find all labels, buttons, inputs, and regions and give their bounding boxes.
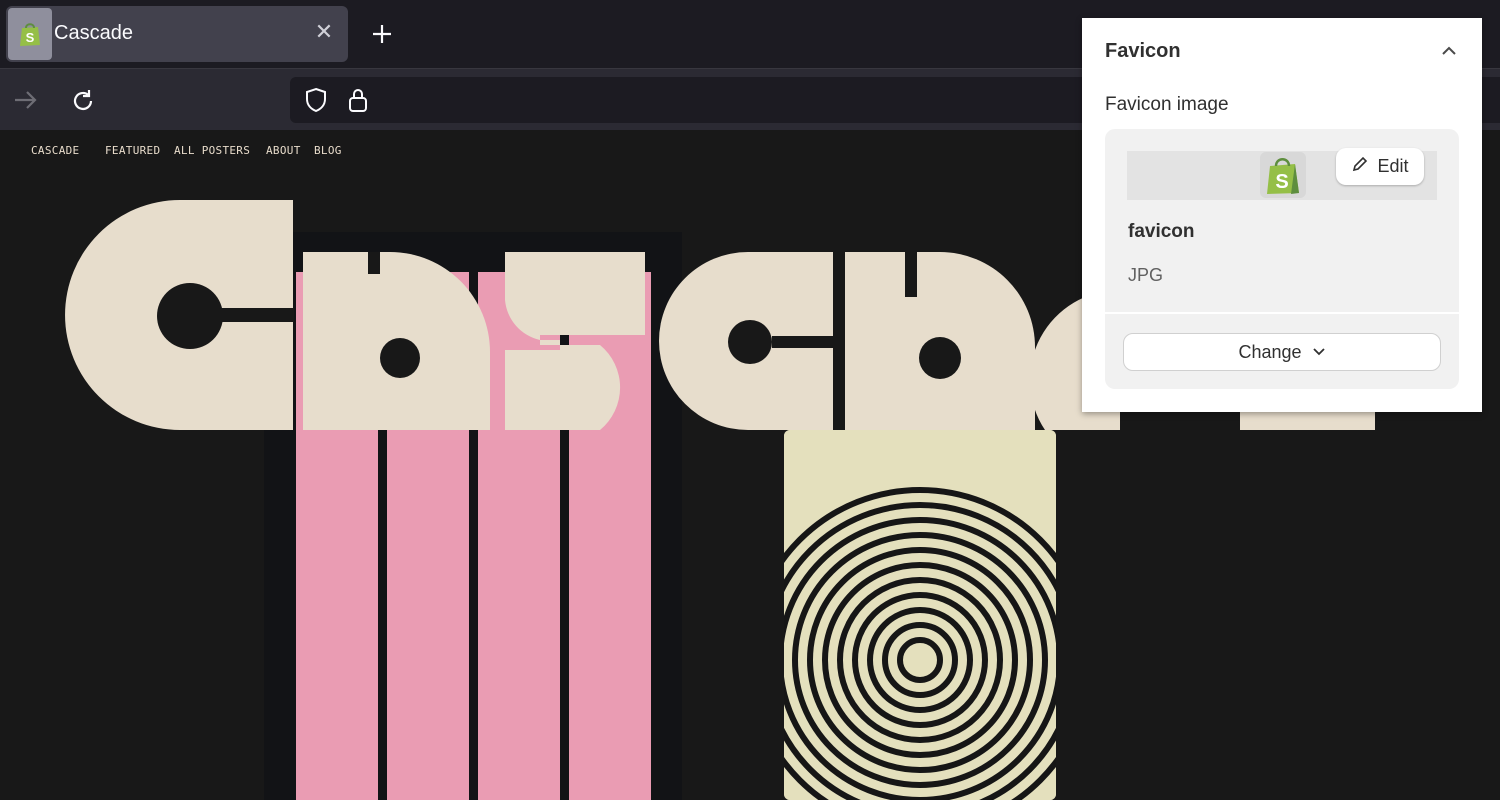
favicon-image-label: Favicon image [1105,94,1229,115]
poster-circles-art [784,430,1056,800]
divider [1105,312,1459,314]
tab-title: Cascade [54,22,133,44]
shopify-bag-icon: S [8,8,52,60]
change-label: Change [1238,341,1302,362]
svg-text:S: S [26,30,35,45]
pencil-icon [1351,155,1369,178]
new-tab-icon[interactable] [370,22,394,46]
shield-icon[interactable] [304,87,328,113]
favicon-panel: Favicon Favicon image S Edit favicon JPG [1082,18,1482,412]
file-type: JPG [1128,265,1164,285]
reload-icon[interactable] [69,87,97,115]
poster-circles[interactable] [784,430,1056,800]
file-name: favicon [1128,221,1195,242]
chevron-down-icon [1312,342,1326,363]
forward-arrow-icon[interactable] [12,87,40,113]
panel-title: Favicon [1105,40,1181,62]
close-tab-icon[interactable]: ✕ [312,20,336,44]
shopify-bag-icon: S [1260,152,1306,198]
lock-icon[interactable] [347,86,369,114]
edit-label: Edit [1377,156,1409,176]
browser-tab[interactable]: S Cascade ✕ [6,6,348,62]
change-button[interactable]: Change [1123,333,1441,371]
edit-button[interactable]: Edit [1336,148,1424,185]
chevron-up-icon[interactable] [1440,42,1458,60]
favicon-image-card: S Edit favicon JPG Change [1105,129,1459,389]
svg-text:S: S [1275,171,1288,193]
